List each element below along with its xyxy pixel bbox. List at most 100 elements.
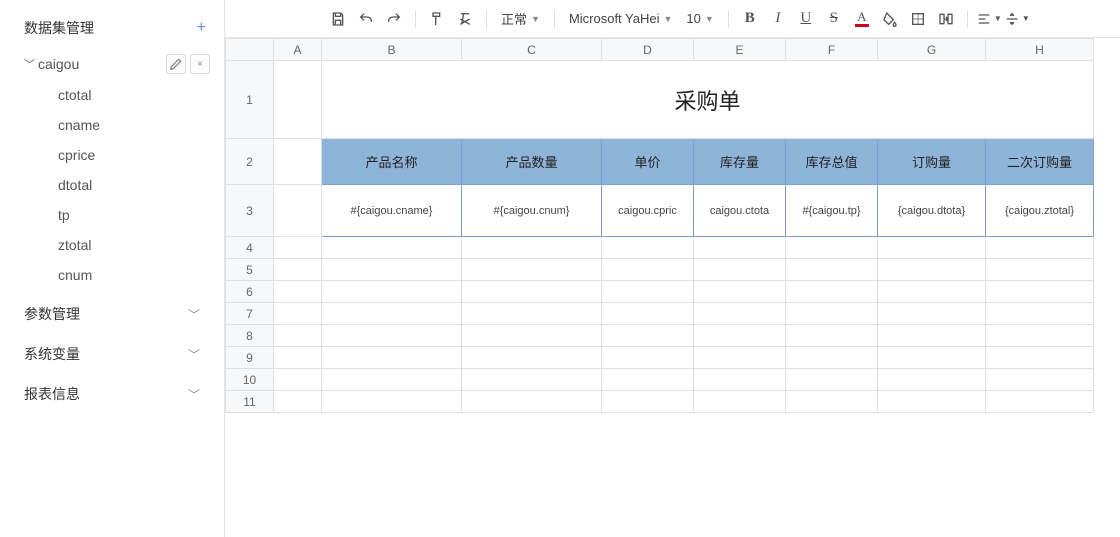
cell[interactable]	[462, 259, 602, 281]
data-cell[interactable]: {caigou.ztotal}	[986, 185, 1094, 237]
data-cell[interactable]: #{caigou.cnum}	[462, 185, 602, 237]
cell[interactable]	[786, 369, 878, 391]
cell[interactable]	[878, 237, 986, 259]
data-cell[interactable]: caigou.cpric	[602, 185, 694, 237]
cell[interactable]	[878, 281, 986, 303]
cell[interactable]	[986, 303, 1094, 325]
cell[interactable]	[986, 347, 1094, 369]
cell[interactable]	[322, 237, 462, 259]
cell[interactable]	[274, 185, 322, 237]
col-header[interactable]: C	[462, 39, 602, 61]
cell[interactable]	[322, 325, 462, 347]
cell[interactable]	[322, 391, 462, 413]
cell[interactable]	[274, 139, 322, 185]
row-header[interactable]: 2	[226, 139, 274, 185]
table-header-cell[interactable]: 订购量	[878, 139, 986, 185]
data-cell[interactable]: caigou.ctota	[694, 185, 786, 237]
borders-button[interactable]	[905, 6, 931, 32]
cell[interactable]	[786, 303, 878, 325]
cell[interactable]	[322, 259, 462, 281]
cell[interactable]	[274, 303, 322, 325]
row-header[interactable]: 7	[226, 303, 274, 325]
cell[interactable]	[986, 281, 1094, 303]
tree-field[interactable]: cname	[0, 110, 224, 140]
merge-cells-button[interactable]	[933, 6, 959, 32]
tree-field[interactable]: cnum	[0, 260, 224, 290]
row-header[interactable]: 10	[226, 369, 274, 391]
cell[interactable]	[786, 325, 878, 347]
sidebar-section-sysvars[interactable]: 系统变量 ﹀	[0, 330, 224, 370]
table-header-cell[interactable]: 产品名称	[322, 139, 462, 185]
tree-field[interactable]: cprice	[0, 140, 224, 170]
cell[interactable]	[274, 237, 322, 259]
cell[interactable]	[878, 369, 986, 391]
format-mode-select[interactable]: 正常 ▼	[495, 9, 546, 28]
cell[interactable]	[274, 369, 322, 391]
tree-field[interactable]: dtotal	[0, 170, 224, 200]
cell[interactable]	[986, 391, 1094, 413]
row-header[interactable]: 4	[226, 237, 274, 259]
cell[interactable]	[462, 237, 602, 259]
cell[interactable]	[786, 237, 878, 259]
cell[interactable]	[274, 347, 322, 369]
col-header[interactable]: A	[274, 39, 322, 61]
cell[interactable]	[462, 391, 602, 413]
row-header[interactable]: 9	[226, 347, 274, 369]
row-header[interactable]: 5	[226, 259, 274, 281]
cell[interactable]	[878, 347, 986, 369]
cell[interactable]	[694, 369, 786, 391]
cell[interactable]	[602, 303, 694, 325]
format-painter-button[interactable]	[424, 6, 450, 32]
row-header[interactable]: 6	[226, 281, 274, 303]
data-cell[interactable]: #{caigou.cname}	[322, 185, 462, 237]
cell[interactable]	[602, 347, 694, 369]
tree-field[interactable]: ztotal	[0, 230, 224, 260]
row-header[interactable]: 1	[226, 61, 274, 139]
cell[interactable]	[602, 369, 694, 391]
undo-button[interactable]	[353, 6, 379, 32]
cell[interactable]	[274, 61, 322, 139]
row-header[interactable]: 8	[226, 325, 274, 347]
underline-button[interactable]: U	[793, 6, 819, 32]
horizontal-align-button[interactable]: ▼	[976, 6, 1002, 32]
cell[interactable]	[694, 237, 786, 259]
clear-format-button[interactable]	[452, 6, 478, 32]
cell[interactable]	[462, 281, 602, 303]
col-header[interactable]: F	[786, 39, 878, 61]
sidebar-section-params[interactable]: 参数管理 ﹀	[0, 290, 224, 330]
remove-dataset-button[interactable]: ×	[190, 54, 210, 74]
cell[interactable]	[462, 347, 602, 369]
col-header[interactable]: G	[878, 39, 986, 61]
cell[interactable]	[462, 303, 602, 325]
cell[interactable]	[602, 259, 694, 281]
table-header-cell[interactable]: 库存总值	[786, 139, 878, 185]
strikethrough-button[interactable]: S	[821, 6, 847, 32]
cell[interactable]	[786, 281, 878, 303]
data-cell[interactable]: #{caigou.tp}	[786, 185, 878, 237]
cell[interactable]	[322, 303, 462, 325]
cell[interactable]	[274, 391, 322, 413]
tree-field[interactable]: ctotal	[0, 80, 224, 110]
italic-button[interactable]: I	[765, 6, 791, 32]
fill-color-button[interactable]	[877, 6, 903, 32]
cell[interactable]	[602, 237, 694, 259]
cell[interactable]	[694, 259, 786, 281]
edit-dataset-button[interactable]	[166, 54, 186, 74]
col-header[interactable]: H	[986, 39, 1094, 61]
cell[interactable]	[694, 303, 786, 325]
cell[interactable]	[694, 281, 786, 303]
cell[interactable]	[322, 369, 462, 391]
cell[interactable]	[694, 391, 786, 413]
cell[interactable]	[786, 259, 878, 281]
col-header[interactable]: E	[694, 39, 786, 61]
table-header-cell[interactable]: 产品数量	[462, 139, 602, 185]
cell[interactable]	[986, 259, 1094, 281]
cell[interactable]	[786, 391, 878, 413]
row-header[interactable]: 11	[226, 391, 274, 413]
table-header-cell[interactable]: 单价	[602, 139, 694, 185]
font-size-select[interactable]: 10 ▼	[680, 11, 719, 26]
cell[interactable]	[602, 391, 694, 413]
cell[interactable]	[462, 325, 602, 347]
cell[interactable]	[694, 347, 786, 369]
cell[interactable]	[462, 369, 602, 391]
